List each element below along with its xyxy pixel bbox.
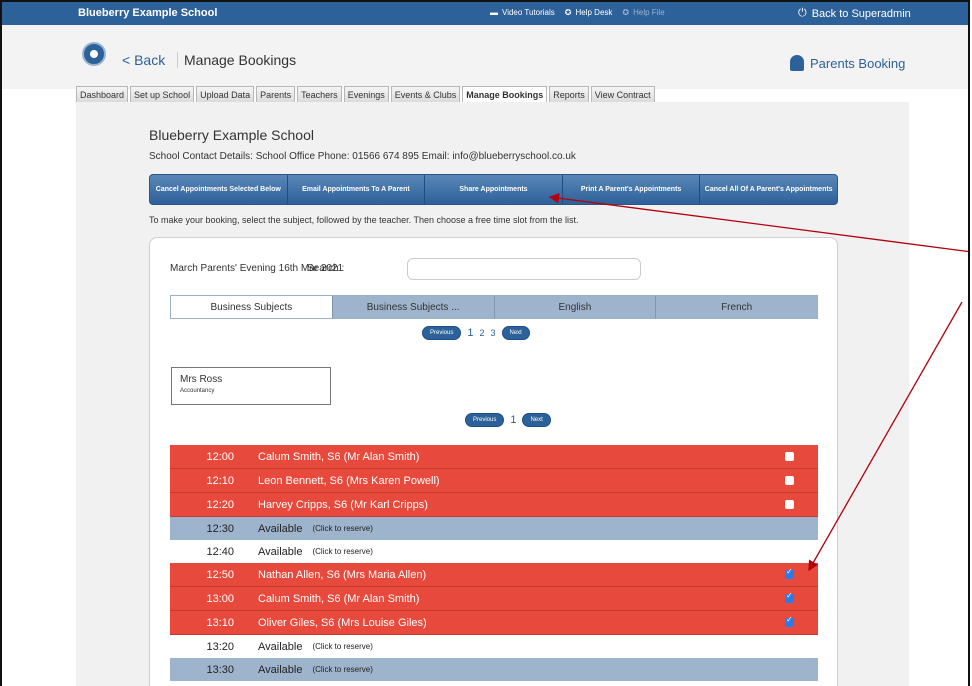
help-desk-label: Help Desk (575, 8, 613, 17)
slot-select-checkbox[interactable] (785, 500, 794, 509)
back-superadmin-label: Back to Superadmin (811, 7, 911, 20)
print-appointments-button[interactable]: Print A Parent's Appointments (563, 175, 701, 204)
back-link[interactable]: < Back (122, 52, 165, 68)
time-slot-row[interactable]: 13:10 Oliver Giles, S6 (Mrs Louise Giles) (170, 611, 818, 635)
subject-tab[interactable]: Business Subjects ... (332, 296, 495, 318)
parents-booking-icon (790, 55, 804, 71)
slot-select-checkbox[interactable] (785, 591, 794, 603)
slot-booking: Harvey Cripps, S6 (Mr Karl Cripps) (258, 498, 428, 511)
time-slot-row[interactable]: 13:20 Available (Click to reserve) (170, 635, 818, 658)
subject-next-button[interactable]: Next (501, 326, 530, 340)
brand-logo: Parents Booking (790, 55, 905, 71)
slot-available: Available (258, 663, 303, 676)
subject-tabs: Business Subjects Business Subjects ... En… (170, 295, 818, 319)
teacher-card[interactable]: Mrs Ross Accountancy (171, 367, 331, 405)
top-school-name: Blueberry Example School (78, 7, 218, 19)
slot-booking: Nathan Allen, S6 (Mrs Maria Allen) (258, 568, 427, 581)
app-frame: Blueberry Example School ▬ Video Tutorial… (0, 0, 970, 686)
slot-time: 13:30 (206, 663, 234, 676)
slot-time: 13:00 (206, 592, 234, 605)
school-contact: School Contact Details: School Office Ph… (149, 151, 576, 162)
email-appointments-button[interactable]: Email Appointments To A Parent (288, 175, 426, 204)
subject-page-2[interactable]: 2 (479, 328, 484, 338)
action-bar: Cancel Appointments Selected Below Email… (149, 174, 838, 205)
slot-time: 12:50 (206, 568, 234, 581)
school-logo (82, 42, 106, 66)
teacher-name: Mrs Ross (180, 374, 223, 385)
slot-booking: Calum Smith, S6 (Mr Alan Smith) (258, 592, 420, 605)
top-bar: Blueberry Example School ▬ Video Tutorial… (2, 2, 968, 25)
slot-select-checkbox[interactable] (785, 452, 794, 461)
teacher-pager: Previous 1 Next (465, 413, 551, 427)
subject-previous-button[interactable]: Previous (422, 326, 462, 340)
slot-time: 13:20 (206, 640, 234, 653)
cancel-all-button[interactable]: Cancel All Of A Parent's Appointments (700, 175, 837, 204)
school-name: Blueberry Example School (149, 127, 314, 143)
subject-page-1[interactable]: 1 (467, 327, 473, 339)
time-slot-row[interactable]: 12:10 Leon Bennett, S6 (Mrs Karen Powell) (170, 469, 818, 493)
time-slot-row[interactable]: 12:30 Available (Click to reserve) (170, 517, 818, 540)
time-slot-row[interactable]: 13:30 Available (Click to reserve) (170, 658, 818, 681)
slot-select-checkbox[interactable] (785, 615, 794, 627)
slot-time: 12:40 (206, 545, 234, 558)
reserve-hint[interactable]: (Click to reserve) (312, 642, 372, 651)
page-title: Manage Bookings (184, 52, 297, 68)
help-desk-link[interactable]: ✪ Help Desk (565, 8, 613, 17)
slot-booking: Leon Bennett, S6 (Mrs Karen Powell) (258, 474, 440, 487)
teacher-subject: Accountancy (180, 388, 215, 394)
time-slot-list: 12:00 Calum Smith, S6 (Mr Alan Smith) 12:1… (170, 445, 818, 681)
time-slot-row[interactable]: 12:50 Nathan Allen, S6 (Mrs Maria Allen) (170, 563, 818, 587)
time-slot-row[interactable]: 12:40 Available (Click to reserve) (170, 540, 818, 563)
time-slot-row[interactable]: 12:20 Harvey Cripps, S6 (Mr Karl Cripps) (170, 493, 818, 517)
subject-tab[interactable]: English (494, 296, 657, 318)
back-superadmin-link[interactable]: ⏻ Back to Superadmin (798, 7, 911, 20)
video-tutorials-label: Video Tutorials (502, 8, 555, 17)
booking-instructions: To make your booking, select the subject… (149, 215, 579, 225)
video-tutorials-link[interactable]: ▬ Video Tutorials (490, 8, 555, 17)
subject-page-3[interactable]: 3 (490, 328, 495, 338)
share-appointments-button[interactable]: Share Appointments (425, 175, 563, 204)
teacher-page-1[interactable]: 1 (510, 414, 516, 426)
cancel-selected-button[interactable]: Cancel Appointments Selected Below (150, 175, 288, 204)
help-icon: ✪ (564, 8, 572, 17)
search-label: Search : (307, 263, 345, 274)
help-file-label: Help File (633, 8, 665, 17)
slot-time: 12:30 (206, 522, 234, 535)
slot-booking: Calum Smith, S6 (Mr Alan Smith) (258, 450, 420, 463)
time-slot-row[interactable]: 13:00 Calum Smith, S6 (Mr Alan Smith) (170, 587, 818, 611)
slot-time: 13:10 (206, 616, 234, 629)
slot-booking: Oliver Giles, S6 (Mrs Louise Giles) (258, 616, 427, 629)
slot-select-checkbox[interactable] (785, 567, 794, 579)
reserve-hint[interactable]: (Click to reserve) (312, 665, 372, 674)
video-icon: ▬ (490, 8, 498, 17)
subject-pager: Previous 1 2 3 Next (422, 326, 530, 340)
page-header: < Back Manage Bookings Parents Booking (2, 25, 968, 89)
subject-tab[interactable]: Business Subjects (171, 296, 333, 318)
time-slot-row[interactable]: 12:00 Calum Smith, S6 (Mr Alan Smith) (170, 445, 818, 469)
subject-tab[interactable]: French (656, 296, 817, 318)
search-input[interactable] (407, 258, 641, 280)
slot-available: Available (258, 522, 303, 535)
slot-select-checkbox[interactable] (785, 476, 794, 485)
reserve-hint[interactable]: (Click to reserve) (312, 524, 372, 533)
reserve-hint[interactable]: (Click to reserve) (312, 547, 372, 556)
teacher-previous-button[interactable]: Previous (465, 413, 505, 427)
slot-available: Available (258, 640, 303, 653)
brand-name: Parents Booking (810, 55, 906, 71)
header-divider (177, 52, 178, 68)
slot-time: 12:20 (206, 498, 234, 511)
slot-time: 12:10 (206, 474, 234, 487)
slot-time: 12:00 (206, 450, 234, 463)
power-icon: ⏻ (798, 7, 807, 19)
help-file-link[interactable]: ✪ Help File (622, 8, 664, 17)
slot-available: Available (258, 545, 303, 558)
teacher-next-button[interactable]: Next (522, 413, 551, 427)
help-file-icon: ✪ (622, 8, 630, 17)
top-help-links: ▬ Video Tutorials ✪ Help Desk ✪ Help File (490, 8, 665, 17)
